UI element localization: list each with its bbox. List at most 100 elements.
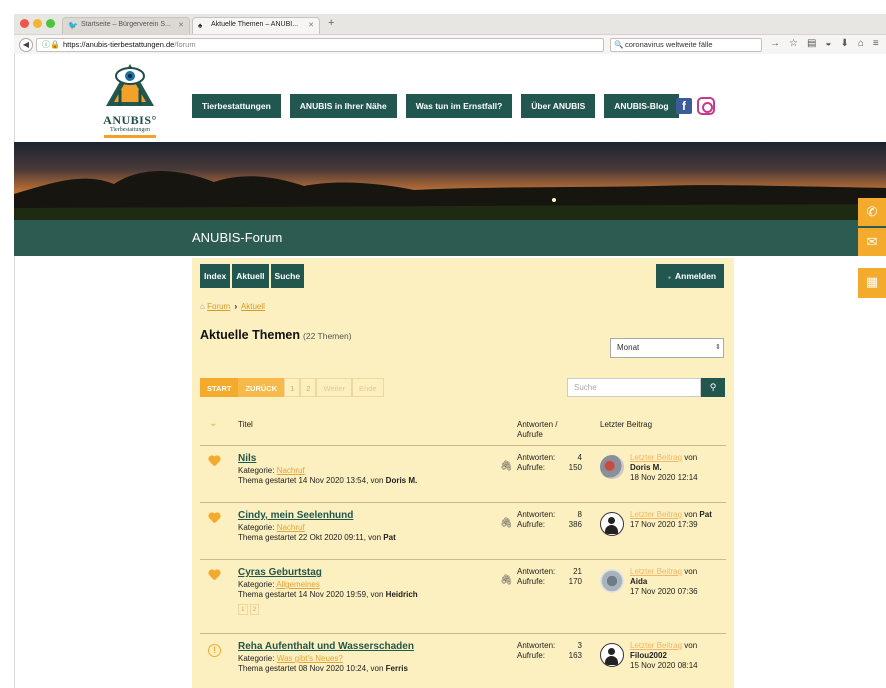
breadcrumb-forum[interactable]: Forum: [207, 302, 230, 311]
maximize-window-button[interactable]: [46, 19, 55, 28]
avatar[interactable]: [600, 455, 624, 479]
logo-brand: ANUBIS°: [103, 113, 157, 127]
breadcrumb: ⌂ Forum › Aktuell: [200, 302, 265, 311]
close-icon[interactable]: ✕: [308, 21, 314, 29]
category-link[interactable]: Was gibt's Neues?: [277, 654, 343, 663]
nav-blog[interactable]: ANUBIS-Blog: [604, 94, 679, 118]
topic-title-link[interactable]: Nils: [238, 453, 256, 464]
mail-icon[interactable]: ✉: [858, 228, 886, 256]
heart-icon: [208, 513, 220, 524]
topic-category: Kategorie: Nachruf: [238, 466, 305, 475]
paperclip-icon: 🖇: [500, 575, 513, 586]
menu-icon[interactable]: ≡: [873, 38, 879, 49]
exclamation-circle-icon: !: [208, 644, 221, 657]
search-button[interactable]: ⚲: [701, 378, 725, 397]
avatar[interactable]: [600, 569, 624, 593]
period-select[interactable]: Monat ⇕: [610, 338, 724, 358]
close-icon[interactable]: ✕: [178, 21, 184, 29]
topic-author: Ferris: [385, 664, 408, 673]
breadcrumb-separator: ›: [234, 302, 238, 311]
pager-page-1[interactable]: 1: [284, 378, 301, 397]
topic-page-2[interactable]: 2: [249, 604, 260, 615]
topic-page-1[interactable]: 1: [238, 604, 248, 615]
nav-ernstfall[interactable]: Was tun im Ernstfall?: [405, 94, 513, 118]
minimize-window-button[interactable]: [33, 19, 42, 28]
avatar[interactable]: [600, 643, 624, 667]
breadcrumb-aktuell[interactable]: Aktuell: [241, 302, 265, 311]
close-window-button[interactable]: [20, 19, 29, 28]
last-post-link[interactable]: Letzter Beitrag: [630, 510, 682, 519]
last-post: Letzter Beitrag von Filou2002 15 Nov 2020 …: [630, 641, 698, 670]
anubis-eye-logo-icon: [106, 64, 154, 106]
star-icon[interactable]: ☆: [789, 38, 798, 49]
avatar[interactable]: [600, 512, 624, 536]
topic-category: Kategorie: Nachruf: [238, 523, 305, 532]
select-arrows-icon: ⇕: [715, 344, 721, 351]
nav-tierbestattungen[interactable]: Tierbestattungen: [192, 94, 281, 118]
forum-heading: Aktuelle Themen (22 Themen): [200, 328, 352, 342]
heart-icon: [208, 456, 220, 467]
last-post-link[interactable]: Letzter Beitrag: [630, 641, 682, 650]
chevron-down-icon[interactable]: ⌄: [209, 418, 217, 429]
browser-tab-1[interactable]: 🐦 Startseite – Bürgerverein S... ✕: [62, 17, 190, 34]
category-link[interactable]: Allgemeines: [276, 580, 320, 589]
category-link[interactable]: Nachruf: [277, 523, 305, 532]
topic-title-link[interactable]: Reha Aufenthalt und Wasserschaden: [238, 641, 414, 652]
topic-table-header: ⌄ Titel Antworten / Aufrufe Letzter Beitr…: [200, 414, 726, 446]
forum-nav-index[interactable]: Index: [200, 264, 231, 288]
calculator-icon[interactable]: ▦: [858, 268, 886, 298]
topic-count: (22 Themen): [303, 331, 352, 341]
topic-started: Thema gestartet 14 Nov 2020 19:59, von H…: [238, 590, 418, 599]
site-logo[interactable]: ANUBIS° Tierbestattungen: [95, 60, 165, 142]
stats-labels: Antworten: Aufrufe:: [517, 641, 556, 660]
topic-row: Cindy, mein Seelenhund Kategorie: Nachru…: [200, 504, 726, 560]
stats-values: 3 163: [568, 641, 582, 660]
topic-started: Thema gestartet 14 Nov 2020 13:54, von D…: [238, 476, 418, 485]
browser-tab-2[interactable]: ♠ Aktuelle Themen – ANUBI... ✕: [192, 17, 320, 34]
category-link[interactable]: Nachruf: [277, 466, 305, 475]
pager-back[interactable]: ZURÜCK: [238, 378, 285, 397]
browser-search-field[interactable]: 🔍 coronavirus weltweite fälle: [610, 38, 762, 52]
last-post-link[interactable]: Letzter Beitrag: [630, 453, 682, 462]
toolbar-icons: → ☆ ▤ ◒ ⬇ ⌂ ≡: [770, 38, 879, 49]
pager-next[interactable]: Weiter: [316, 378, 353, 397]
new-tab-button[interactable]: +: [328, 17, 334, 29]
arrow-right-icon[interactable]: →: [770, 38, 780, 49]
forum-nav-suche[interactable]: Suche: [270, 264, 305, 288]
url-host: https://anubis-tierbestattungen.de: [63, 40, 175, 49]
topic-row: Nils Kategorie: Nachruf Thema gestartet …: [200, 447, 726, 503]
side-contact-tabs: ✆ ✉ ▦: [858, 198, 886, 300]
stats-labels: Antworten: Aufrufe:: [517, 453, 556, 472]
home-icon[interactable]: ⌂: [858, 38, 864, 49]
pager-start[interactable]: START: [200, 378, 239, 397]
pocket-icon[interactable]: ◒: [825, 38, 831, 49]
instagram-icon[interactable]: [697, 97, 715, 115]
last-post-user: Doris M.: [630, 463, 662, 472]
forum-search-input[interactable]: Suche: [567, 378, 701, 397]
last-post: Letzter Beitrag von Doris M. 18 Nov 2020 1…: [630, 453, 698, 482]
topic-row: Cyras Geburtstag Kategorie: Allgemeines …: [200, 561, 726, 634]
login-button[interactable]: ● Anmelden: [656, 264, 724, 288]
topic-title-link[interactable]: Cindy, mein Seelenhund: [238, 510, 353, 521]
forum-nav-aktuell[interactable]: Aktuell: [232, 264, 269, 288]
nav-ueber-anubis[interactable]: Über ANUBIS: [521, 94, 596, 118]
last-post-link[interactable]: Letzter Beitrag: [630, 567, 682, 576]
pager-page-2[interactable]: 2: [300, 378, 317, 397]
phone-icon[interactable]: ✆: [858, 198, 886, 226]
facebook-icon[interactable]: f: [676, 98, 692, 114]
stats-labels: Antworten: Aufrufe:: [517, 567, 556, 586]
paperclip-icon: 🖇: [500, 461, 513, 472]
forum-panel: Index Aktuell Suche ● Anmelden ⌂ Forum › …: [192, 258, 734, 688]
topic-title-link[interactable]: Cyras Geburtstag: [238, 567, 322, 578]
nav-anubis-naehe[interactable]: ANUBIS in Ihrer Nähe: [289, 94, 397, 118]
lock-icon: ⓘ🔒: [42, 40, 60, 49]
home-icon: ⌂: [200, 302, 205, 311]
download-icon[interactable]: ⬇: [840, 38, 848, 49]
search-icon: ⚲: [709, 382, 717, 392]
back-button[interactable]: ◀: [19, 38, 33, 52]
clipboard-icon[interactable]: ▤: [807, 38, 816, 49]
user-icon: ●: [668, 275, 672, 281]
url-bar[interactable]: ⓘ🔒 https://anubis-tierbestattungen.de/fo…: [36, 38, 619, 52]
pager-end[interactable]: Ende: [352, 378, 384, 397]
stats-values: 4 150: [568, 453, 582, 472]
